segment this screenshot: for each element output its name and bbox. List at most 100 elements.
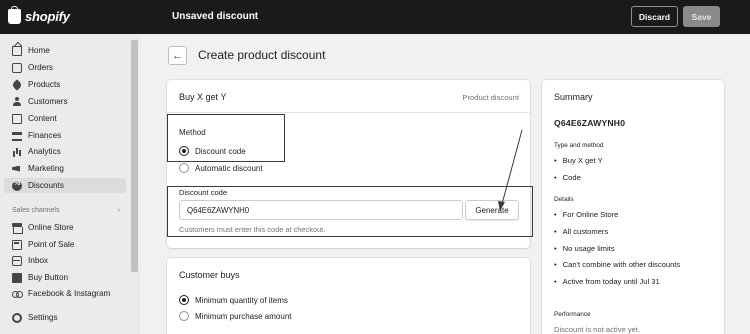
home-icon xyxy=(12,45,22,56)
summary-item-text: Buy X get Y xyxy=(562,156,603,165)
save-button[interactable]: Save xyxy=(683,6,720,27)
sidebar-item-label: Marketing xyxy=(28,164,64,173)
sidebar-item-content[interactable]: Content xyxy=(0,111,128,126)
orders-icon xyxy=(12,62,22,73)
sidebar-item-label: Buy Button xyxy=(28,273,69,282)
sidebar-item-home[interactable]: Home xyxy=(0,43,128,58)
bank-icon xyxy=(12,131,22,141)
sidebar-item-label: Content xyxy=(28,114,57,123)
discard-button[interactable]: Discard xyxy=(631,6,678,27)
summary-card: Summary Q64E6ZAWYNH0 Type and method Buy… xyxy=(542,80,724,334)
buys-option-min-quantity[interactable]: Minimum quantity of items xyxy=(179,295,288,305)
sidebar-item-label: Inbox xyxy=(28,256,49,265)
sidebar-item-online-store[interactable]: Online Store xyxy=(0,220,128,235)
sidebar-item-label: Finances xyxy=(28,131,62,140)
type-method-heading: Type and method xyxy=(554,142,604,149)
chart-icon xyxy=(12,147,22,157)
radio-selected[interactable] xyxy=(179,295,189,305)
top-bar: shopify Unsaved discount Discard Save xyxy=(0,0,750,34)
summary-item-text: For Online Store xyxy=(562,210,619,219)
discount-icon xyxy=(12,180,22,191)
performance-heading: Performance xyxy=(554,311,591,318)
radio-unselected[interactable] xyxy=(179,311,189,321)
sidebar-item-point-of-sale[interactable]: Point of Sale xyxy=(0,237,128,252)
document-icon xyxy=(12,113,22,124)
back-button[interactable]: ← xyxy=(168,46,187,65)
sidebar-item-label: Point of Sale xyxy=(28,240,75,249)
summary-list-item: Buy X get Y xyxy=(554,156,603,165)
sidebar-item-label: Analytics xyxy=(28,147,61,156)
facebook-instagram-icon xyxy=(12,289,23,299)
radio-label: Automatic discount xyxy=(195,163,263,173)
summary-item-text: Active from today until Jul 31 xyxy=(562,277,660,286)
sidebar-item-products[interactable]: Products xyxy=(0,77,128,92)
shopify-bag-icon xyxy=(8,6,21,24)
person-icon xyxy=(12,96,22,107)
sidebar-item-orders[interactable]: Orders xyxy=(0,60,128,75)
summary-list-item: For Online Store xyxy=(554,210,619,219)
page-title: Create product discount xyxy=(198,48,326,62)
method-option-automatic[interactable]: Automatic discount xyxy=(179,163,263,173)
pos-icon xyxy=(12,239,22,250)
arrow-left-icon: ← xyxy=(172,49,183,62)
summary-item-text: No usage limits xyxy=(562,244,615,253)
summary-list-item: All customers xyxy=(554,227,609,236)
gear-icon xyxy=(12,312,22,323)
divider xyxy=(167,112,530,113)
sidebar-item-label: Settings xyxy=(28,313,58,322)
sidebar-item-finances[interactable]: Finances xyxy=(0,128,128,143)
megaphone-icon xyxy=(12,164,22,174)
summary-list-item: Can't combine with other discounts xyxy=(554,260,681,269)
details-heading: Details xyxy=(554,196,574,203)
sidebar-item-analytics[interactable]: Analytics xyxy=(0,144,128,159)
sidebar-item-label: Discounts xyxy=(28,181,64,190)
sales-channels-label: Sales channels xyxy=(12,207,60,214)
shopify-logo[interactable]: shopify xyxy=(8,6,70,24)
sidebar-item-discounts[interactable]: Discounts xyxy=(4,178,126,193)
sidebar-item-settings[interactable]: Settings xyxy=(0,310,128,325)
method-label: Method xyxy=(179,128,206,137)
inbox-icon xyxy=(12,255,22,266)
customer-buys-title: Customer buys xyxy=(179,270,240,280)
discount-code-input[interactable] xyxy=(179,200,463,220)
chevron-right-icon: › xyxy=(117,207,120,214)
method-option-discount-code[interactable]: Discount code xyxy=(179,146,246,156)
summary-list-item: Active from today until Jul 31 xyxy=(554,277,660,286)
summary-item-text: All customers xyxy=(562,227,609,236)
discount-type-title: Buy X get Y xyxy=(179,92,227,102)
summary-code: Q64E6ZAWYNH0 xyxy=(554,118,626,128)
summary-item-text: Can't combine with other discounts xyxy=(562,260,681,269)
discount-type-meta: Product discount xyxy=(462,93,519,102)
sidebar-item-marketing[interactable]: Marketing xyxy=(0,161,128,176)
sidebar-item-buy-button[interactable]: Buy Button xyxy=(0,270,128,285)
store-icon xyxy=(12,222,23,234)
sidebar-item-label: Online Store xyxy=(28,223,74,232)
buys-option-min-amount[interactable]: Minimum purchase amount xyxy=(179,311,291,321)
radio-unselected[interactable] xyxy=(179,163,189,173)
sidebar-item-label: Customers xyxy=(28,97,68,106)
code-help-text: Customers must enter this code at checko… xyxy=(179,225,326,234)
customer-buys-card: Customer buys Minimum quantity of items … xyxy=(167,258,530,334)
radio-label: Minimum purchase amount xyxy=(195,311,292,321)
discount-code-label: Discount code xyxy=(179,188,228,197)
generate-button[interactable]: Generate xyxy=(465,200,519,220)
sidebar-item-inbox[interactable]: Inbox xyxy=(0,253,128,268)
sidebar-item-label: Facebook & Instagram xyxy=(28,289,111,298)
radio-label: Discount code xyxy=(195,146,246,156)
discount-card: Buy X get Y Product discount Method Disc… xyxy=(167,80,533,248)
sidebar-item-facebook-instagram[interactable]: Facebook & Instagram xyxy=(0,286,128,301)
sidebar-item-label: Products xyxy=(28,80,61,89)
summary-list-item: Code xyxy=(554,173,581,182)
tag-icon xyxy=(11,78,23,91)
sidebar: Home Orders Products Customers Content F… xyxy=(0,34,140,334)
summary-list-item: No usage limits xyxy=(554,244,615,253)
sidebar-item-customers[interactable]: Customers xyxy=(0,94,128,109)
sales-channels-heading[interactable]: Sales channels › xyxy=(12,207,120,214)
brand-name: shopify xyxy=(25,9,70,24)
summary-item-text: Code xyxy=(562,173,581,182)
radio-selected[interactable] xyxy=(179,146,189,156)
sidebar-scrollbar[interactable] xyxy=(131,40,138,272)
performance-text: Discount is not active yet. xyxy=(554,325,641,334)
buy-button-icon xyxy=(12,272,22,283)
unsaved-title: Unsaved discount xyxy=(172,11,259,22)
